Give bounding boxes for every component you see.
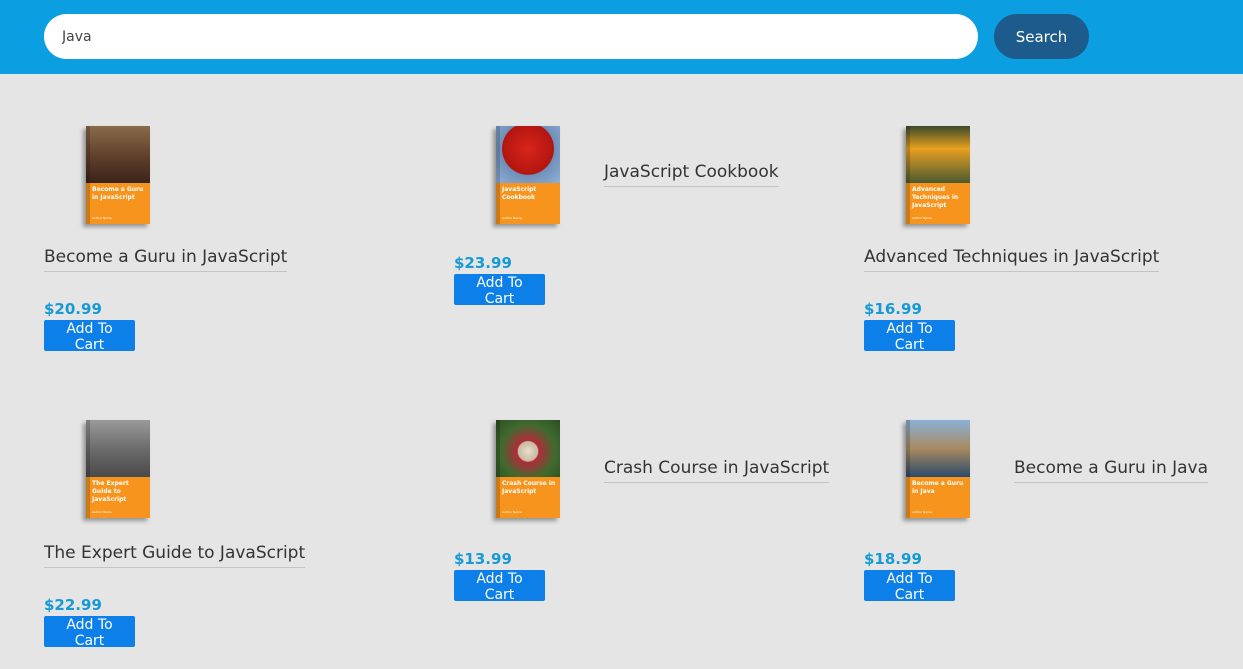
add-to-cart-button[interactable]: Add To Cart [44,616,135,649]
header-bar: Search [0,0,1243,74]
product-price: $13.99 [454,550,512,568]
book-cover-image[interactable]: JavaScript Cookbook Author Name [496,126,560,224]
product-title[interactable]: The Expert Guide to JavaScript [44,543,306,568]
add-to-cart-button[interactable]: Add To Cart [454,274,545,307]
product-card: Become a Guru in JavaScript Author Name … [0,74,380,353]
product-price: $16.99 [864,300,922,318]
add-to-cart-button[interactable]: Add To Cart [864,570,955,603]
add-to-cart-button[interactable]: Add To Cart [44,320,135,353]
product-price: $22.99 [44,596,102,614]
product-title[interactable]: Become a Guru in Java [1014,458,1209,483]
product-card: The Expert Guide to JavaScript Author Na… [0,370,380,649]
product-title[interactable]: Advanced Techniques in JavaScript [864,247,1160,272]
add-to-cart-button[interactable]: Add To Cart [864,320,955,353]
product-price: $18.99 [864,550,922,568]
search-input[interactable] [44,14,978,59]
product-card: Become a Guru in Java Author Name Become… [820,370,1209,610]
book-cover-image[interactable]: Crash Course in JavaScript Author Name [496,420,560,518]
book-cover-image[interactable]: The Expert Guide to JavaScript Author Na… [86,420,150,518]
book-cover-image[interactable]: Advanced Techniques in JavaScript Author… [906,126,970,224]
product-title[interactable]: JavaScript Cookbook [604,162,779,187]
book-cover-image[interactable]: Become a Guru in JavaScript Author Name [86,126,150,224]
product-title[interactable]: Become a Guru in JavaScript [44,247,288,272]
product-card: Advanced Techniques in JavaScript Author… [820,74,1200,353]
product-price: $23.99 [454,254,512,272]
product-title[interactable]: Crash Course in JavaScript [604,458,830,483]
add-to-cart-button[interactable]: Add To Cart [454,570,545,603]
product-card: Crash Course in JavaScript Author Name C… [410,370,830,610]
book-cover-image[interactable]: Become a Guru in Java Author Name [906,420,970,518]
product-card: JavaScript Cookbook Author Name JavaScri… [410,74,790,314]
search-button[interactable]: Search [994,14,1089,59]
product-price: $20.99 [44,300,102,318]
